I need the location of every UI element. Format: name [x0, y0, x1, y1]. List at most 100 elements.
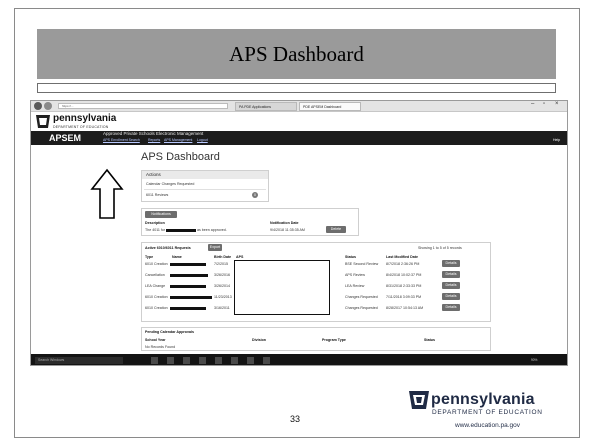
row-status: APS Review	[345, 273, 365, 277]
close-icon[interactable]: ×	[555, 101, 559, 107]
actions-panel: Actions Calendar Changes Requested 6011 …	[141, 170, 269, 202]
col-division: Division	[252, 338, 266, 342]
chrome-icon[interactable]	[231, 357, 238, 364]
row-birth-date: 3/26/2016	[214, 273, 230, 277]
title-underbar	[37, 83, 556, 93]
footer-url[interactable]: www.education.pa.gov	[455, 422, 520, 429]
col-school-year: School Year	[145, 338, 166, 342]
page-title: APS Dashboard	[141, 151, 220, 163]
nav-help[interactable]: Help	[553, 138, 560, 142]
row-status: Changes Requested	[345, 306, 378, 310]
col-last-modified: Last Modified Date	[386, 255, 418, 259]
row-status: Changes Requested	[345, 295, 378, 299]
action-calendar-changes[interactable]: Calendar Changes Requested	[146, 182, 194, 186]
up-arrow-icon	[90, 168, 124, 219]
requests-header: Active 6010/6011 Requests	[145, 246, 191, 250]
app-bar: APSEM Approved Private Schools Electroni…	[31, 131, 567, 145]
col-name: Name	[172, 255, 182, 259]
nav-aps-management[interactable]: APS Management	[164, 138, 192, 142]
browser-screenshot: https://... PA PDE Applications PDE APSE…	[30, 100, 568, 366]
address-bar[interactable]: https://...	[58, 103, 228, 109]
aps-redaction-box	[234, 260, 330, 315]
title-banner: APS Dashboard	[37, 29, 556, 79]
keystone-icon	[36, 115, 50, 128]
notif-col-date: Notification Date	[270, 221, 299, 225]
site-logo-dept: DEPARTMENT OF EDUCATION	[53, 125, 109, 129]
tab-apsem-dashboard[interactable]: PDE APSEM Dashboard	[299, 102, 361, 111]
forward-icon[interactable]	[44, 102, 52, 110]
row-type: 6010 Creation	[145, 262, 168, 266]
notifications-panel: Notifications Description Notification D…	[141, 208, 359, 236]
row-type: LEA Change	[145, 284, 166, 288]
calendar-panel: Pending Calendar Approvals School Year D…	[141, 327, 491, 351]
row-birth-date: 7/2/2015	[214, 262, 228, 266]
keystone-icon	[409, 391, 429, 409]
notif-delete-button[interactable]: Delete	[326, 226, 346, 233]
redaction-bar	[170, 274, 208, 277]
redaction-bar	[170, 263, 206, 266]
notifications-button[interactable]: Notifications	[145, 211, 177, 218]
nav-reports[interactable]: Reports	[148, 138, 160, 142]
col-aps: APS	[236, 255, 244, 259]
nav-logout[interactable]: Logout	[197, 138, 208, 142]
row-birth-date: 3/26/2014	[214, 284, 230, 288]
action-6011-reviews[interactable]: 6011 Reviews	[146, 193, 168, 197]
col-status: Status	[345, 255, 356, 259]
nav-enrollment-search[interactable]: APS Enrollment Search	[103, 138, 140, 142]
row-birth-date: 11/23/2013	[214, 295, 232, 299]
requests-panel: Active 6010/6011 Requests Export Showing…	[141, 242, 491, 322]
taskbar-search[interactable]: Search Windows	[35, 357, 123, 364]
records-count: Showing 1 to 5 of 5 records	[418, 246, 462, 250]
row-modified: 8/7/2018 2:36:26 PM	[386, 262, 420, 266]
calendar-empty: No Records Found	[145, 345, 176, 349]
back-icon[interactable]	[34, 102, 42, 110]
details-button[interactable]: Details	[442, 271, 460, 278]
edge-icon[interactable]	[167, 357, 174, 364]
site-header: pennsylvania DEPARTMENT OF EDUCATION	[31, 112, 567, 131]
maximize-icon[interactable]: ▫	[543, 101, 545, 107]
row-birth-date: 3/16/2011	[214, 306, 230, 310]
page-number: 33	[290, 414, 301, 424]
row-type: 6010 Creation	[145, 306, 168, 310]
taskbar: Search Windows 90%	[31, 354, 567, 365]
redaction-bar	[170, 296, 212, 299]
col-status: Status	[424, 338, 435, 342]
calendar-header: Pending Calendar Approvals	[145, 330, 194, 334]
row-type: Cancellation	[145, 273, 165, 277]
app-title: Approved Private Schools Electronic Mana…	[103, 131, 204, 136]
notif-text-tail: as been approved.	[197, 228, 227, 232]
row-modified: 8/4/2018 10:02:37 PM	[386, 273, 422, 277]
mail-icon[interactable]	[215, 357, 222, 364]
col-program-type: Program Type	[322, 338, 346, 342]
notif-text: The 4011 for	[145, 228, 166, 232]
footer-logo-name: pennsylvania	[431, 391, 535, 408]
col-birth-date: Birth Date	[214, 255, 232, 259]
task-view-icon[interactable]	[151, 357, 158, 364]
app-brand: APSEM	[49, 133, 82, 143]
app-icon[interactable]	[263, 357, 270, 364]
browser-toolbar: https://... PA PDE Applications PDE APSE…	[31, 101, 567, 112]
store-icon[interactable]	[199, 357, 206, 364]
redaction-bar	[170, 285, 206, 288]
redaction-bar	[170, 307, 206, 310]
row-modified: 7/11/2018 3:09:33 PM	[386, 295, 422, 299]
details-button[interactable]: Details	[442, 293, 460, 300]
explorer-icon[interactable]	[183, 357, 190, 364]
details-button[interactable]: Details	[442, 282, 460, 289]
site-logo-name: pennsylvania	[53, 113, 117, 124]
export-button[interactable]: Export	[208, 244, 222, 251]
app-icon[interactable]	[247, 357, 254, 364]
row-modified: 8/28/2017 10:54:13 AM	[386, 306, 424, 310]
col-type: Type	[145, 255, 154, 259]
tab-pde-applications[interactable]: PA PDE Applications	[235, 102, 297, 111]
divider	[144, 189, 266, 190]
row-modified: 8/31/2018 2:33:33 PM	[386, 284, 422, 288]
notif-date: 9/4/2018 11:35:35 AM	[270, 228, 305, 232]
notif-col-description: Description	[145, 221, 165, 225]
row-type: 6010 Creation	[145, 295, 168, 299]
details-button[interactable]: Details	[442, 304, 460, 311]
details-button[interactable]: Details	[442, 260, 460, 267]
row-status: BSE Second Review	[345, 262, 379, 266]
actions-header: Actions	[142, 171, 268, 179]
minimize-icon[interactable]: –	[531, 101, 534, 107]
